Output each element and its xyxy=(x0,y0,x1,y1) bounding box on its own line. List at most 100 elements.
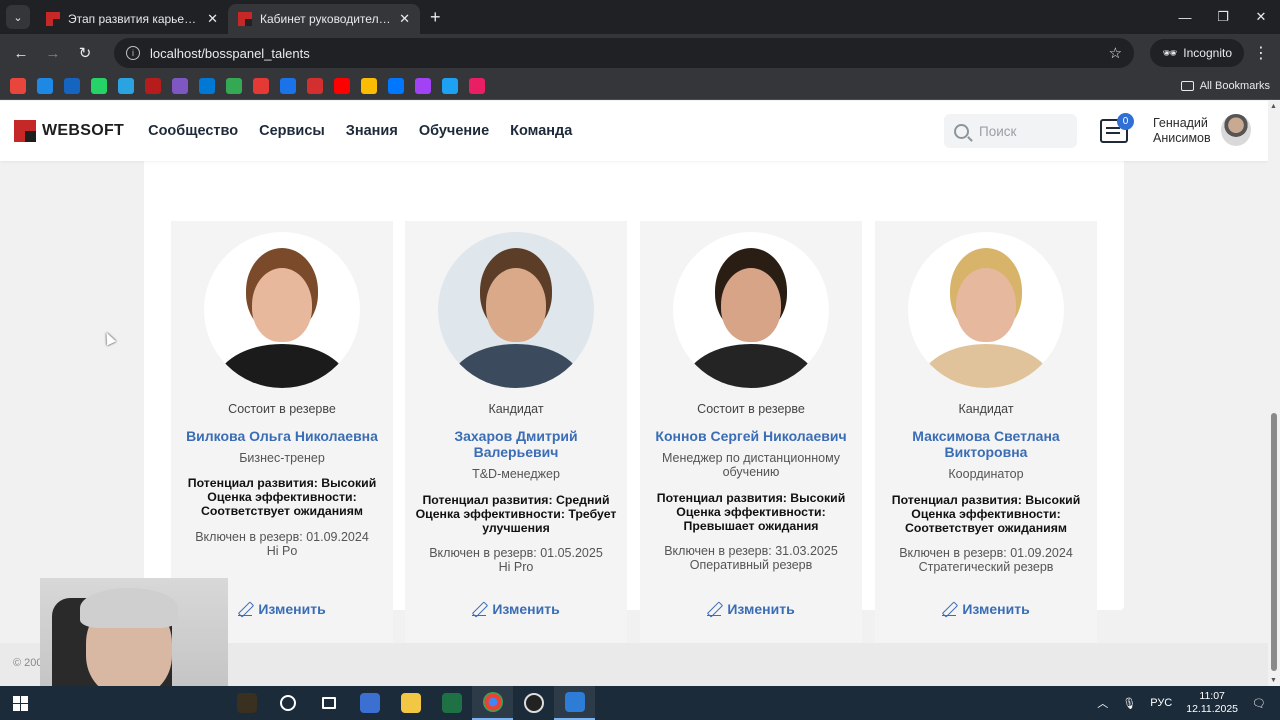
edit-talent-button[interactable]: Изменить xyxy=(640,601,862,617)
user-avatar[interactable] xyxy=(1221,114,1251,146)
folder-icon xyxy=(1180,80,1194,91)
bookmark-icon[interactable] xyxy=(361,77,377,94)
performance-rating: Оценка эффективности: Соответствует ожид… xyxy=(905,507,1067,535)
bookmark-icon[interactable] xyxy=(253,77,269,94)
all-bookmarks-label: All Bookmarks xyxy=(1199,79,1270,92)
bookmark-icon[interactable] xyxy=(226,77,242,94)
edit-talent-button[interactable]: Изменить xyxy=(875,601,1097,617)
reserve-type: Hi Pro xyxy=(498,560,534,574)
window-controls: — ❐ ✕ xyxy=(1166,0,1280,34)
minimize-icon[interactable]: — xyxy=(1166,10,1204,25)
user-name[interactable]: Геннадий Анисимов xyxy=(1153,116,1211,146)
nav-community[interactable]: Сообщество xyxy=(148,123,238,139)
task-view-icon[interactable] xyxy=(308,686,349,720)
site-info-icon[interactable]: i xyxy=(126,46,140,60)
close-tab-icon[interactable]: ✕ xyxy=(399,11,410,27)
edit-label: Изменить xyxy=(962,601,1030,617)
bookmarks-bar: All Bookmarks xyxy=(0,72,1280,100)
forward-arrow-icon[interactable]: → xyxy=(40,40,66,66)
cortana-icon[interactable] xyxy=(267,686,308,720)
scrollbar-thumb[interactable] xyxy=(1271,413,1277,671)
nav-knowledge[interactable]: Знания xyxy=(346,123,398,139)
nav-learning[interactable]: Обучение xyxy=(419,123,489,139)
taskbar-window-icon[interactable] xyxy=(554,686,595,720)
bookmark-icon[interactable] xyxy=(91,77,107,94)
bookmark-icon[interactable] xyxy=(442,77,458,94)
bookmark-icon[interactable] xyxy=(280,77,296,94)
page-scrollbar[interactable]: ▲ ▼ xyxy=(1268,101,1280,686)
bookmark-icon[interactable] xyxy=(37,77,53,94)
talent-name-link[interactable]: Вилкова Ольга Николаевна xyxy=(181,428,383,444)
bookmark-icon[interactable] xyxy=(145,77,161,94)
reserve-type: Hi Po xyxy=(266,544,298,558)
new-tab-icon[interactable]: + xyxy=(430,7,441,28)
file-explorer-icon[interactable] xyxy=(390,686,431,720)
talent-name-link[interactable]: Максимова Светлана Викторовна xyxy=(885,428,1087,460)
all-bookmarks-button[interactable]: All Bookmarks xyxy=(1180,79,1270,92)
address-bar[interactable]: i localhost/bosspanel_talents ☆ xyxy=(114,38,1135,68)
nav-services[interactable]: Сервисы xyxy=(259,123,325,139)
pencil-icon xyxy=(472,602,487,616)
incognito-indicator[interactable]: 🕶 Incognito xyxy=(1150,39,1244,67)
incognito-icon: 🕶 xyxy=(1162,46,1178,60)
start-button[interactable] xyxy=(0,686,40,720)
tray-expand-icon[interactable]: ︿ xyxy=(1097,695,1108,711)
nav-team[interactable]: Команда xyxy=(510,123,572,139)
notifications-icon[interactable]: 🗨 xyxy=(1252,697,1266,710)
taskbar-widget-icon[interactable] xyxy=(226,686,267,720)
talent-status: Кандидат xyxy=(958,402,1014,416)
reserve-date: Включен в резерв: 01.09.2024 xyxy=(899,546,1073,560)
microphone-icon[interactable]: 🎙 xyxy=(1122,697,1136,710)
taskbar-app-icon[interactable] xyxy=(349,686,390,720)
talent-photo xyxy=(908,232,1064,388)
bookmark-icon[interactable] xyxy=(118,77,134,94)
pencil-icon xyxy=(238,602,253,616)
bookmark-icon[interactable] xyxy=(334,77,350,94)
bookmark-icon[interactable] xyxy=(64,77,80,94)
obs-icon[interactable] xyxy=(513,686,554,720)
websoft-favicon-icon xyxy=(46,12,60,26)
talent-assessment: Потенциал развития: Высокий Оценка эффект… xyxy=(885,493,1087,535)
reserve-info: Включен в резерв: 01.09.2024 Стратегическ… xyxy=(881,546,1091,574)
taskbar-clock[interactable]: 11:07 12.11.2025 xyxy=(1186,690,1238,716)
talent-name-link[interactable]: Коннов Сергей Николаевич xyxy=(650,428,852,444)
talent-role: Менеджер по дистанционному обучению xyxy=(661,451,841,479)
edit-talent-button[interactable]: Изменить xyxy=(405,601,627,617)
reload-icon[interactable]: ↻ xyxy=(72,40,98,66)
bookmark-icon[interactable] xyxy=(10,77,26,94)
maximize-icon[interactable]: ❐ xyxy=(1204,9,1242,25)
scroll-down-icon[interactable]: ▼ xyxy=(1270,677,1277,684)
site-header: WEBSOFT Сообщество Сервисы Знания Обучен… xyxy=(0,101,1268,161)
talent-status: Состоит в резерве xyxy=(228,402,336,416)
talent-name-link[interactable]: Захаров Дмитрий Валерьевич xyxy=(415,428,617,460)
bookmark-icon[interactable] xyxy=(415,77,431,94)
browser-menu-icon[interactable]: ⋮ xyxy=(1250,43,1272,63)
search-placeholder: Поиск xyxy=(979,123,1017,139)
chrome-icon[interactable] xyxy=(472,686,513,720)
bookmark-icon[interactable] xyxy=(172,77,188,94)
close-window-icon[interactable]: ✕ xyxy=(1242,9,1280,25)
search-icon xyxy=(954,123,969,139)
close-tab-icon[interactable]: ✕ xyxy=(207,11,218,27)
system-tray: ︿ 🎙 РУС 11:07 12.11.2025 🗨 xyxy=(1097,686,1280,720)
bookmark-icon[interactable] xyxy=(199,77,215,94)
bookmark-icon[interactable] xyxy=(469,77,485,94)
talent-status: Кандидат xyxy=(488,402,544,416)
excel-icon[interactable] xyxy=(431,686,472,720)
back-arrow-icon[interactable]: ← xyxy=(8,40,34,66)
search-input[interactable]: Поиск xyxy=(944,114,1077,148)
reserve-info: Включен в резерв: 31.03.2025 Оперативный … xyxy=(646,544,856,572)
tab-search-dropdown-icon[interactable]: ⌄ xyxy=(6,5,30,29)
input-language[interactable]: РУС xyxy=(1150,697,1172,709)
bookmark-star-icon[interactable]: ☆ xyxy=(1109,44,1122,62)
websoft-favicon-icon xyxy=(238,12,252,26)
talent-card: Кандидат Захаров Дмитрий Валерьевич T&D-ме… xyxy=(405,221,627,644)
edit-label: Изменить xyxy=(258,601,326,617)
bookmark-icon[interactable] xyxy=(388,77,404,94)
scroll-up-icon[interactable]: ▲ xyxy=(1270,103,1277,110)
browser-tab-career[interactable]: Этап развития карьеры ✕ xyxy=(36,4,228,34)
bookmark-icon[interactable] xyxy=(307,77,323,94)
browser-tab-bosspanel[interactable]: Кабинет руководителя. Пул талантов ✕ xyxy=(228,4,420,34)
clock-time: 11:07 xyxy=(1199,690,1225,702)
websoft-logo[interactable]: WEBSOFT xyxy=(14,120,124,142)
